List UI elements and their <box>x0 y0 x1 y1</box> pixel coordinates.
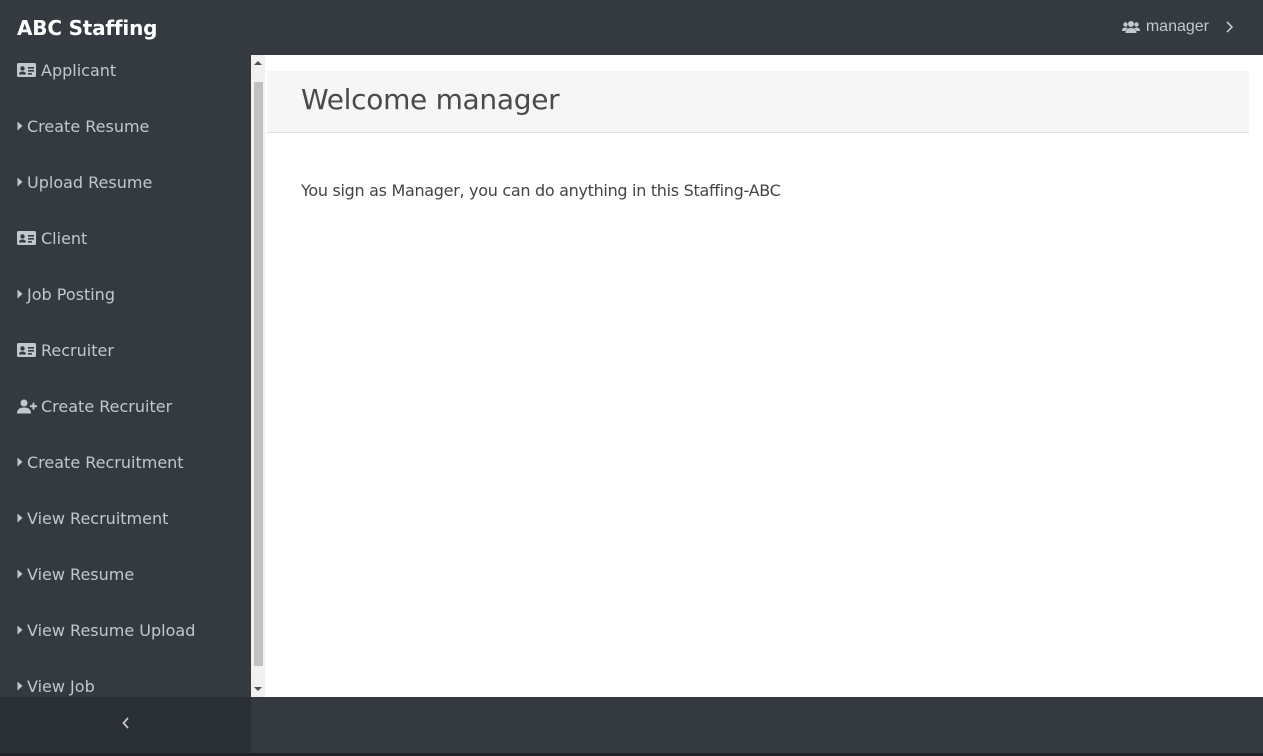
sidebar-collapse-button[interactable] <box>0 697 251 753</box>
sidebar-item-label: Applicant <box>41 60 117 80</box>
sidebar-item-create-recruitment[interactable]: Create Recruitment <box>17 450 184 474</box>
sidebar-item-job-posting[interactable]: Job Posting <box>17 282 115 306</box>
id-card-icon <box>17 343 37 357</box>
scroll-down-arrow[interactable] <box>251 681 265 697</box>
sidebar-item-label: View Resume <box>27 564 135 584</box>
user-menu[interactable]: manager <box>1121 18 1233 36</box>
sidebar: Applicant Create Resume Upload Resume Clien… <box>0 55 251 697</box>
sidebar-item-view-resume-upload[interactable]: View Resume Upload <box>17 618 195 642</box>
page-header: Welcome manager <box>267 71 1249 133</box>
id-card-icon <box>17 63 37 77</box>
sidebar-item-label: Create Recruitment <box>27 452 184 472</box>
sidebar-item-view-resume[interactable]: View Resume <box>17 562 134 586</box>
sidebar-item-recruiter[interactable]: Recruiter <box>17 338 114 362</box>
scroll-thumb[interactable] <box>254 82 263 666</box>
sidebar-item-view-job[interactable]: View Job <box>17 674 95 697</box>
brand-logo[interactable]: ABC Staffing <box>17 16 157 40</box>
caret-right-icon <box>17 625 27 635</box>
scroll-up-arrow[interactable] <box>251 55 265 71</box>
caret-right-icon <box>17 681 27 691</box>
users-icon <box>1121 20 1140 34</box>
sidebar-item-label: View Job <box>27 676 95 696</box>
caret-right-icon <box>17 177 27 187</box>
sidebar-item-applicant[interactable]: Applicant <box>17 58 116 82</box>
sidebar-item-label: Create Recruiter <box>41 396 173 416</box>
sidebar-item-label: Job Posting <box>27 284 115 304</box>
caret-right-icon <box>17 289 27 299</box>
caret-right-icon <box>17 569 27 579</box>
caret-right-icon <box>17 513 27 523</box>
main-content: Welcome manager You sign as Manager, you… <box>265 55 1263 697</box>
user-plus-icon <box>17 399 37 414</box>
sidebar-item-create-recruiter[interactable]: Create Recruiter <box>17 394 172 418</box>
chevron-left-icon <box>121 716 130 734</box>
top-navbar: ABC Staffing manager <box>0 0 1263 55</box>
welcome-message: You sign as Manager, you can do anything… <box>301 181 781 200</box>
sidebar-item-label: Recruiter <box>41 340 114 360</box>
id-card-icon <box>17 231 37 245</box>
sidebar-item-create-resume[interactable]: Create Resume <box>17 114 149 138</box>
user-name: manager <box>1145 18 1209 35</box>
page-title: Welcome manager <box>301 83 560 116</box>
sidebar-item-label: View Recruitment <box>27 508 169 528</box>
sidebar-item-label: Client <box>41 228 88 248</box>
sidebar-item-upload-resume[interactable]: Upload Resume <box>17 170 152 194</box>
sidebar-item-client[interactable]: Client <box>17 226 87 250</box>
chevron-right-icon <box>1225 21 1233 33</box>
caret-right-icon <box>17 457 27 467</box>
sidebar-scrollbar[interactable] <box>251 55 265 697</box>
caret-right-icon <box>17 121 27 131</box>
sidebar-item-label: Create Resume <box>27 116 150 136</box>
sidebar-item-label: Upload Resume <box>27 172 153 192</box>
sidebar-item-view-recruitment[interactable]: View Recruitment <box>17 506 168 530</box>
footer <box>251 697 1263 753</box>
sidebar-item-label: View Resume Upload <box>27 620 196 640</box>
